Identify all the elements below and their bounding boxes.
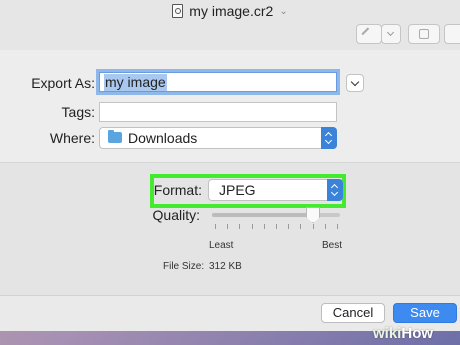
toolbar-more-button[interactable] bbox=[444, 24, 460, 44]
where-value: Downloads bbox=[128, 130, 198, 146]
quality-tick bbox=[251, 224, 253, 229]
chevron-down-icon bbox=[350, 77, 360, 87]
file-size-label: File Size: bbox=[163, 261, 205, 272]
popup-stepper-icon bbox=[321, 127, 337, 149]
tags-label: Tags: bbox=[61, 104, 95, 120]
tags-field[interactable] bbox=[99, 102, 337, 122]
quality-max-label: Best bbox=[322, 240, 343, 251]
export-as-label: Export As: bbox=[31, 75, 95, 91]
quality-slider-track[interactable] bbox=[212, 213, 340, 217]
quality-tick bbox=[288, 224, 290, 229]
window-titlebar: my image.cr2 ⌄ bbox=[0, 0, 460, 51]
format-label: Format: bbox=[153, 182, 202, 198]
quality-tick bbox=[239, 224, 241, 229]
markup-pen-icon[interactable] bbox=[356, 24, 382, 44]
save-button[interactable]: Save bbox=[393, 303, 457, 323]
where-popup[interactable]: Downloads bbox=[99, 127, 337, 149]
watermark-wiki: wiki bbox=[373, 325, 402, 342]
quality-tick bbox=[263, 224, 265, 229]
quality-tick bbox=[312, 224, 314, 229]
popup-stepper-icon bbox=[327, 179, 343, 201]
export-as-value: my image bbox=[104, 74, 167, 91]
quality-tick bbox=[324, 224, 326, 229]
wikihow-watermark: wikiHow bbox=[373, 325, 433, 342]
quality-tick bbox=[337, 224, 338, 229]
where-label: Where: bbox=[49, 130, 95, 146]
quality-tick bbox=[227, 224, 229, 229]
chevron-down-icon[interactable]: ⌄ bbox=[279, 6, 287, 17]
quality-min-label: Least bbox=[209, 240, 234, 251]
format-value: JPEG bbox=[219, 182, 256, 198]
quality-ticks bbox=[215, 224, 338, 229]
rotate-icon[interactable] bbox=[408, 24, 440, 44]
document-icon bbox=[172, 4, 184, 18]
export-as-field[interactable]: my image bbox=[99, 72, 337, 92]
window-title: my image.cr2 bbox=[189, 3, 274, 19]
markup-dropdown-icon[interactable] bbox=[381, 24, 401, 44]
quality-tick bbox=[300, 224, 302, 229]
quality-slider-fill bbox=[212, 213, 314, 217]
quality-tick bbox=[276, 224, 277, 229]
cancel-button[interactable]: Cancel bbox=[321, 303, 385, 323]
quality-label: Quality: bbox=[152, 207, 200, 223]
file-size-value: 312 KB bbox=[209, 261, 242, 272]
expand-dialog-button[interactable] bbox=[346, 74, 364, 92]
folder-icon bbox=[108, 130, 122, 143]
format-popup[interactable]: JPEG bbox=[208, 179, 343, 201]
window-title-area[interactable]: my image.cr2 ⌄ bbox=[0, 0, 460, 22]
watermark-how: How bbox=[401, 325, 434, 342]
quality-tick bbox=[215, 224, 216, 229]
